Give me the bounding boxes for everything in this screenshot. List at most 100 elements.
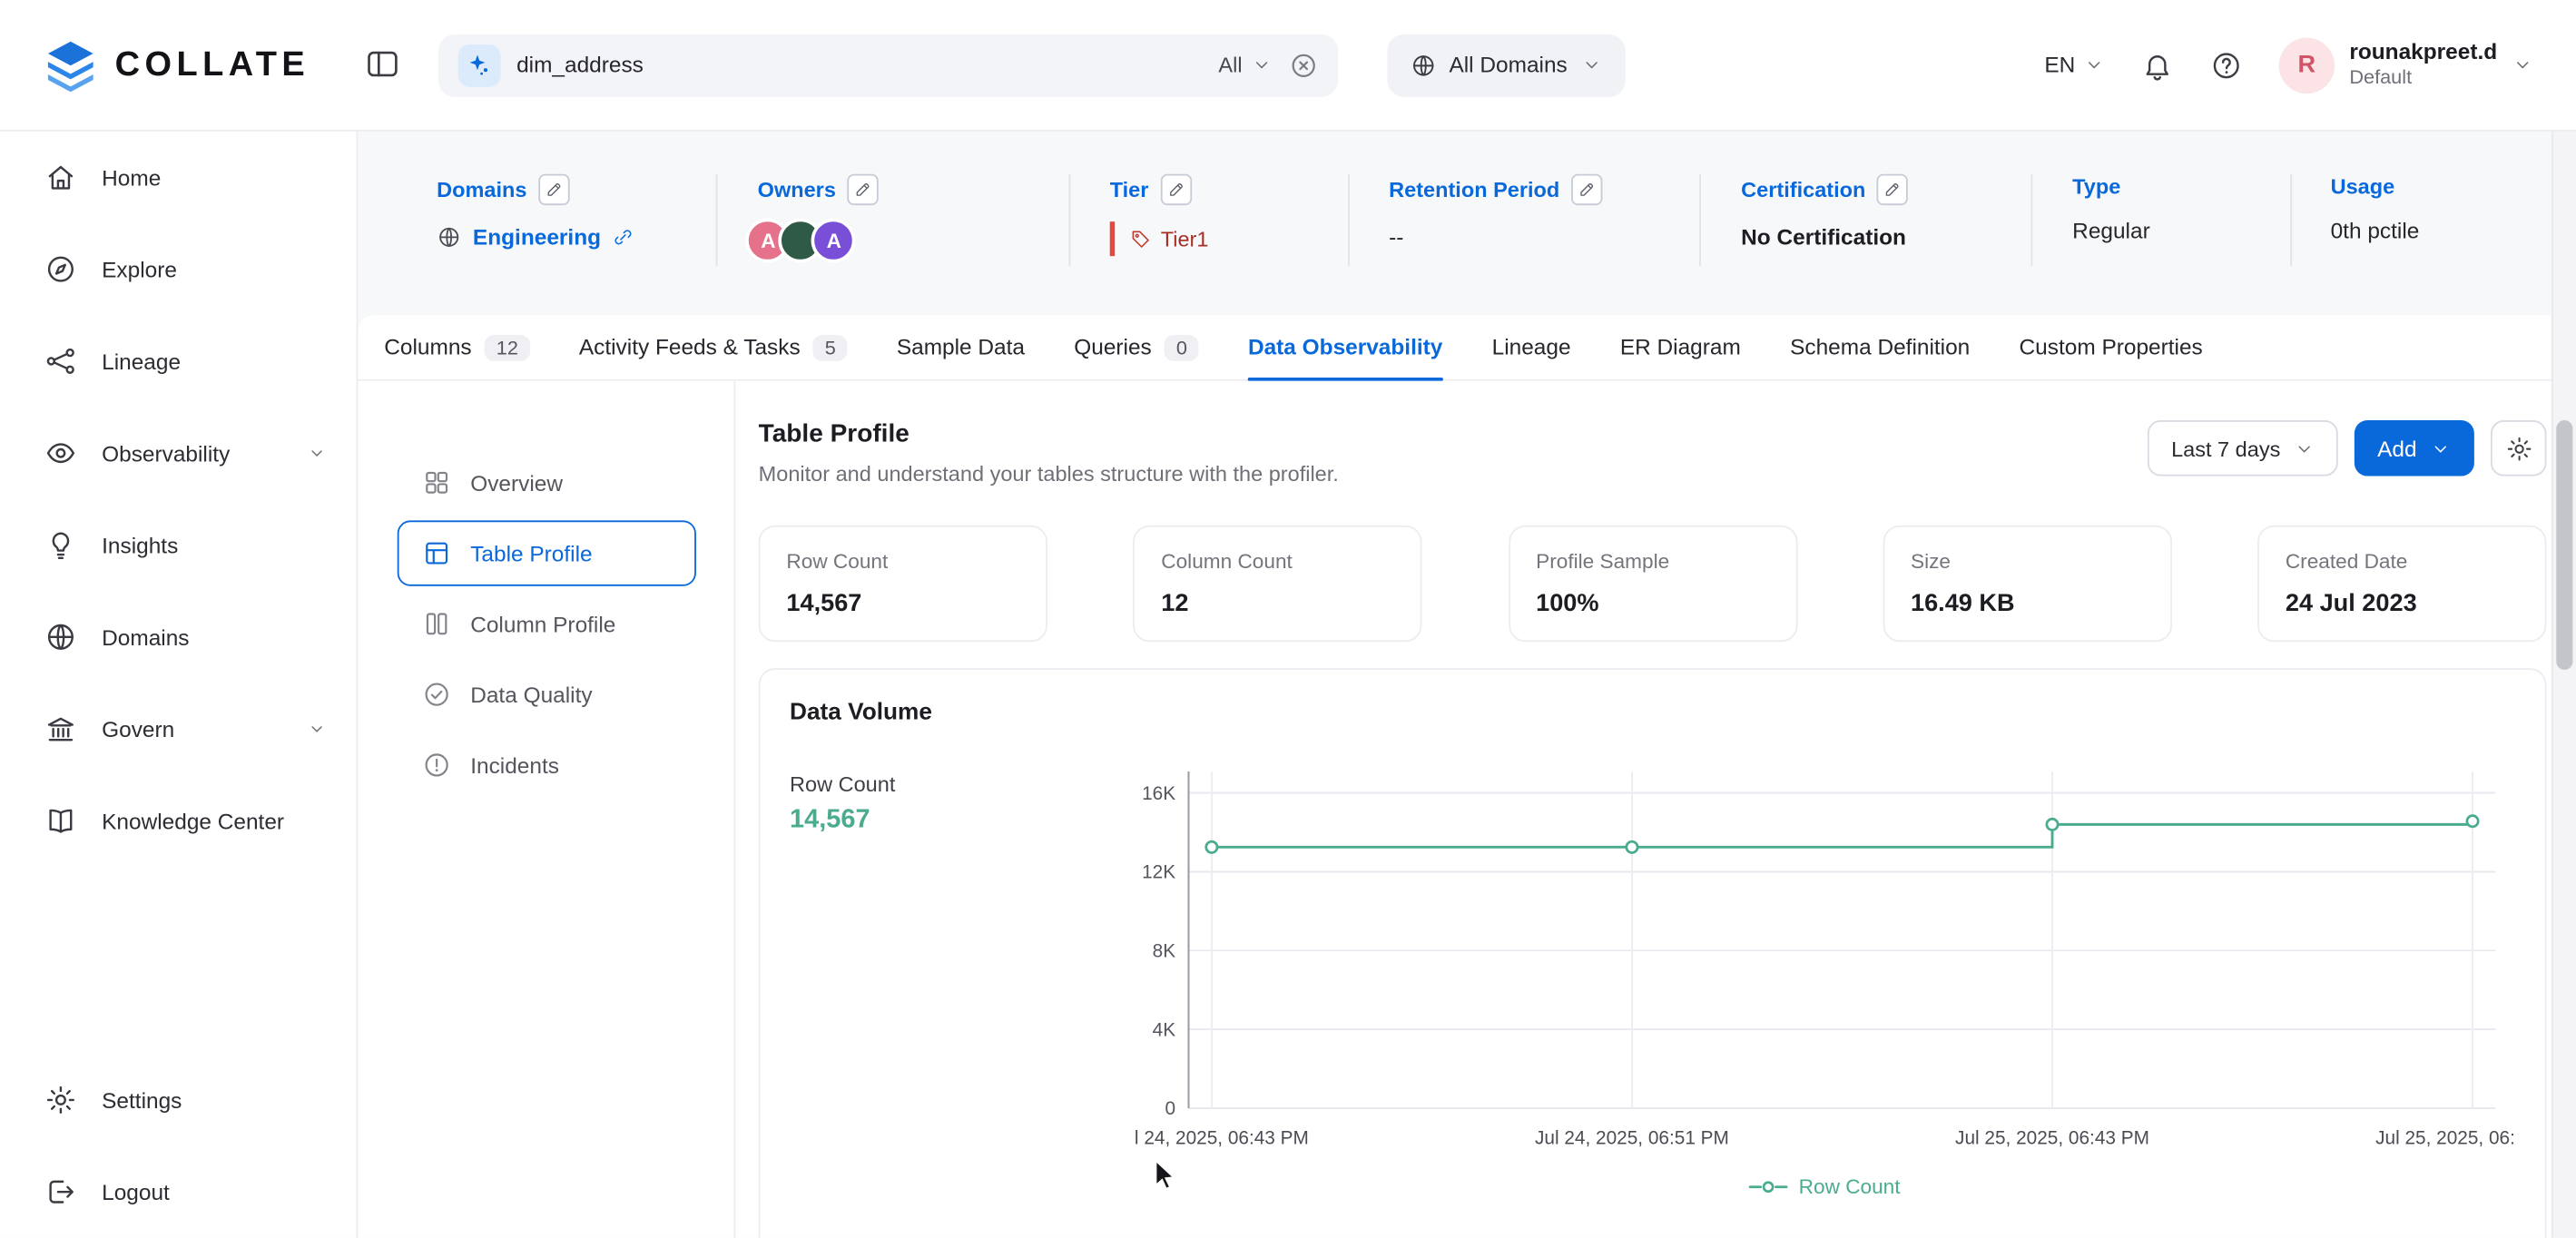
global-search-input[interactable] (516, 53, 1202, 77)
app: COLLATE All All Domains (0, 0, 2576, 1238)
subnav-item[interactable]: Data Quality (397, 662, 695, 727)
topbar-right: EN R rounakpreet.d Default (2044, 37, 2533, 93)
tab[interactable]: Activity Feeds & Tasks 5 (579, 315, 848, 379)
tier-badge[interactable]: Tier1 (1110, 221, 1219, 256)
language-label: EN (2044, 53, 2075, 77)
sidebar-collapse-icon (364, 45, 400, 82)
meta-tier: Tier Tier1 (1070, 174, 1349, 266)
subnav-item[interactable]: Column Profile (397, 591, 695, 656)
meta-type-value: Regular (2072, 219, 2250, 243)
globe-icon (437, 225, 461, 250)
tab[interactable]: Columns 12 (384, 315, 529, 379)
page-subtitle: Monitor and understand your tables struc… (759, 461, 1339, 486)
edit-icon (545, 181, 563, 199)
help-icon[interactable] (2210, 48, 2243, 81)
chevron-down-icon (2294, 437, 2315, 459)
sidebar-item[interactable]: Home (0, 132, 357, 223)
all-domains-dropdown[interactable]: All Domains (1387, 34, 1625, 96)
sidebar-item[interactable]: Logout (0, 1146, 357, 1238)
sidebar-item[interactable]: Govern (0, 683, 357, 774)
time-range-dropdown[interactable]: Last 7 days (2148, 420, 2338, 476)
table-profile-icon (421, 538, 451, 568)
sidebar-item[interactable]: Insights (0, 499, 357, 591)
sidebar-item[interactable]: Domains (0, 591, 357, 683)
svg-text:Jul 24, 2025, 06:51 PM: Jul 24, 2025, 06:51 PM (1535, 1128, 1729, 1149)
subnav-item[interactable]: Incidents (397, 732, 695, 798)
meta-owners: Owners AA (718, 174, 1070, 266)
sidebar-nav: Home Explore Lineage Observability I (0, 132, 357, 867)
main: Domains Engineering Owners AA (358, 132, 2576, 1238)
user-avatar: R (2279, 37, 2335, 93)
topbar: COLLATE All All Domains (0, 0, 2576, 132)
sidebar-item[interactable]: Knowledge Center (0, 775, 357, 867)
owners-avatar-group: AA (758, 219, 1029, 263)
stat-label: Row Count (786, 550, 1019, 573)
govern-icon (44, 712, 77, 745)
tab[interactable]: Lineage (1492, 315, 1571, 379)
svg-text:Jul 25, 2025, 06:51 PM: Jul 25, 2025, 06:51 PM (2375, 1128, 2513, 1149)
entity-metadata: Domains Engineering Owners AA (408, 174, 2527, 280)
sidebar-item[interactable]: Explore (0, 223, 357, 315)
chevron-down-icon (1251, 54, 1273, 76)
global-search[interactable]: All (438, 34, 1337, 96)
language-dropdown[interactable]: EN (2044, 53, 2105, 77)
svg-text:12K: 12K (1142, 862, 1175, 883)
settings-icon (44, 1084, 77, 1116)
sidebar-item[interactable]: Lineage (0, 315, 357, 407)
insights-icon (44, 528, 77, 561)
notifications-icon[interactable] (2141, 48, 2174, 81)
tab[interactable]: Queries 0 (1074, 315, 1198, 379)
clear-search-icon[interactable] (1288, 50, 1318, 80)
chevron-down-icon (2430, 437, 2452, 459)
scrollbar-thumb[interactable] (2556, 420, 2572, 670)
edit-tier-button[interactable] (1160, 174, 1191, 205)
tab-badge: 5 (813, 334, 847, 360)
chart-legend[interactable]: Row Count (1135, 1175, 2513, 1198)
tab[interactable]: Custom Properties (2020, 315, 2203, 379)
chart-summary: Row Count 14,567 (790, 771, 895, 836)
tab[interactable]: Sample Data (897, 315, 1025, 379)
profile-subnav: Overview Table Profile Column Profile Da… (358, 381, 735, 1238)
edit-owners-button[interactable] (848, 174, 879, 205)
tab[interactable]: ER Diagram (1620, 315, 1741, 379)
tab[interactable]: Schema Definition (1790, 315, 1970, 379)
chevron-down-icon (307, 719, 327, 739)
meta-domains-value[interactable]: Engineering (437, 225, 677, 250)
svg-text:4K: 4K (1153, 1019, 1176, 1040)
subnav-item[interactable]: Overview (397, 450, 695, 516)
all-domains-label: All Domains (1449, 53, 1567, 77)
edit-domains-button[interactable] (538, 174, 569, 205)
legend-label: Row Count (1799, 1175, 1901, 1198)
panel-controls: Last 7 days Add (2148, 420, 2547, 476)
home-icon (44, 161, 77, 193)
tag-icon (1129, 228, 1151, 250)
stat-label: Created Date (2286, 550, 2519, 573)
meta-type: Type Regular (2033, 174, 2291, 266)
owner-avatar[interactable]: A (811, 219, 856, 263)
chart-title: Data Volume (790, 700, 2515, 726)
entity-tabs: Columns 12 Activity Feeds & Tasks 5 Samp… (358, 315, 2576, 380)
collate-logo[interactable]: COLLATE (43, 38, 310, 93)
edit-certification-button[interactable] (1877, 174, 1908, 205)
search-app-icon (457, 44, 500, 86)
sidebar-collapse-button[interactable] (362, 45, 401, 84)
edit-retention-button[interactable] (1571, 174, 1602, 205)
search-scope-dropdown[interactable]: All (1218, 53, 1272, 77)
chart-summary-label: Row Count (790, 771, 895, 796)
sidebar-item[interactable]: Observability (0, 408, 357, 499)
page-title: Table Profile (759, 420, 1339, 450)
tab-badge: 0 (1165, 334, 1198, 360)
user-meta: rounakpreet.d Default (2349, 37, 2497, 92)
scrollbar-track[interactable] (2551, 132, 2576, 1238)
profiler-settings-button[interactable] (2491, 420, 2546, 476)
subnav-item[interactable]: Table Profile (397, 520, 695, 585)
stat-card: Created Date 24 Jul 2023 (2257, 526, 2546, 642)
user-menu[interactable]: R rounakpreet.d Default (2279, 37, 2533, 93)
brand-name: COLLATE (115, 45, 310, 84)
sidebar-item[interactable]: Settings (0, 1054, 357, 1145)
edit-icon (1166, 181, 1185, 199)
explore-icon (44, 253, 77, 286)
tab[interactable]: Data Observability (1248, 315, 1442, 379)
svg-text:Jul 25, 2025, 06:43 PM: Jul 25, 2025, 06:43 PM (1955, 1128, 2149, 1149)
add-button[interactable]: Add (2355, 420, 2474, 476)
